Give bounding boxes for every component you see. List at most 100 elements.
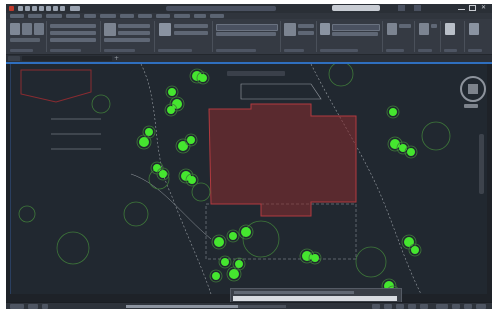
ribbon-panel-groups [318,21,383,52]
line-tool-icon[interactable] [10,23,20,35]
modify-tools-row-2[interactable] [50,31,96,35]
close-button[interactable]: ✕ [481,5,488,11]
osnap-toggle[interactable] [420,304,428,309]
wcs-menu[interactable] [464,104,478,108]
tab-5[interactable] [84,14,96,18]
match-properties-icon[interactable] [284,23,296,36]
utilities-row[interactable] [399,24,411,28]
autocad-window: ✕ + [6,4,492,309]
search-input[interactable] [332,5,380,11]
tab-3[interactable] [46,14,62,18]
customize-icon[interactable] [464,304,472,309]
tab-home[interactable] [10,14,24,18]
polar-toggle[interactable] [408,304,416,309]
plant-symbol [139,137,149,147]
drawing-viewport[interactable] [10,64,487,294]
insert-block-icon[interactable] [159,23,171,36]
ribbon-panel-annotation [102,21,155,52]
tab-2[interactable] [28,14,42,18]
view-icon[interactable] [445,23,455,35]
tab-10[interactable] [174,14,190,18]
plot-icon[interactable] [46,6,51,11]
command-history [234,291,354,294]
viewport-toolbar[interactable] [227,71,285,76]
group-icon[interactable] [320,23,330,35]
tab-12[interactable] [210,14,224,18]
save-as-icon[interactable] [39,6,44,11]
panel-label [444,49,458,52]
minimize-button[interactable] [458,5,465,10]
fullscreen-icon[interactable] [476,304,486,309]
copy-icon[interactable] [431,24,437,28]
app-menu-icon[interactable] [9,6,14,11]
select-mode-icon[interactable] [469,23,479,35]
tab-4[interactable] [66,14,80,18]
annotation-row-3[interactable] [104,38,150,42]
block-row-2[interactable] [174,31,208,35]
ribbon [6,19,492,55]
plant-symbol [214,237,224,247]
model-tab[interactable] [10,304,24,309]
ortho-toggle[interactable] [396,304,404,309]
maximize-button[interactable] [469,5,476,11]
tab-6[interactable] [100,14,116,18]
plant-symbol [145,128,153,136]
plant-symbol [407,148,415,156]
plant-symbol [188,176,196,184]
save-icon[interactable] [32,6,37,11]
ribbon-panel-properties [282,21,317,52]
properties-row-2[interactable] [298,31,314,35]
tab-7[interactable] [120,14,134,18]
new-icon[interactable] [18,6,23,11]
paste-icon[interactable] [419,23,429,35]
annotation-scale[interactable] [436,304,448,309]
tab-9[interactable] [156,14,170,18]
help-icon[interactable] [414,5,421,11]
layout-tab[interactable] [28,304,38,309]
panel-label [468,49,483,52]
viewcube-face[interactable] [468,84,478,94]
viewcube-icon[interactable] [460,76,486,102]
new-tab-icon[interactable]: + [114,56,120,62]
circle-tool-icon[interactable] [34,23,44,35]
status-scrollbar[interactable] [126,305,286,308]
properties-row-1[interactable] [298,24,314,28]
plant-symbol [399,144,407,152]
linetype-dropdown[interactable] [332,32,378,36]
color-dropdown[interactable] [332,24,380,31]
search-field[interactable] [332,5,380,11]
layer-tools-row[interactable] [216,32,276,36]
grid-toggle[interactable] [372,304,380,309]
tab-11[interactable] [194,14,206,18]
share-icon[interactable] [70,6,80,11]
navigation-bar[interactable] [479,134,484,194]
file-tab-active[interactable] [22,56,112,61]
open-icon[interactable] [25,6,30,11]
ribbon-panel-draw [8,21,47,52]
plant-symbol [187,136,195,144]
plant-symbol [159,170,167,178]
command-input[interactable] [233,296,397,301]
panel-label [320,49,359,52]
text-tool-icon[interactable] [104,23,116,36]
measure-icon[interactable] [387,23,397,35]
undo-icon[interactable] [53,6,58,11]
polyline-tool-icon[interactable] [22,23,32,35]
workspace-icon[interactable] [452,304,460,309]
add-layout-icon[interactable] [42,304,48,309]
modify-tools-row-1[interactable] [50,24,96,28]
snap-toggle[interactable] [384,304,392,309]
block-row-1[interactable] [174,24,208,28]
file-tab-start[interactable] [8,56,20,61]
ribbon-panel-utilities [384,21,415,52]
modify-tools-row-3[interactable] [50,38,96,42]
annotation-row-2[interactable] [118,31,150,35]
layer-dropdown[interactable] [216,24,278,31]
contour-line [140,64,212,294]
annotation-row-1[interactable] [118,24,150,28]
tab-8[interactable] [138,14,152,18]
redo-icon[interactable] [60,6,65,11]
user-icon[interactable] [398,5,405,11]
status-scrollbar-thumb[interactable] [126,305,238,308]
draw-tools-row[interactable] [10,38,40,42]
